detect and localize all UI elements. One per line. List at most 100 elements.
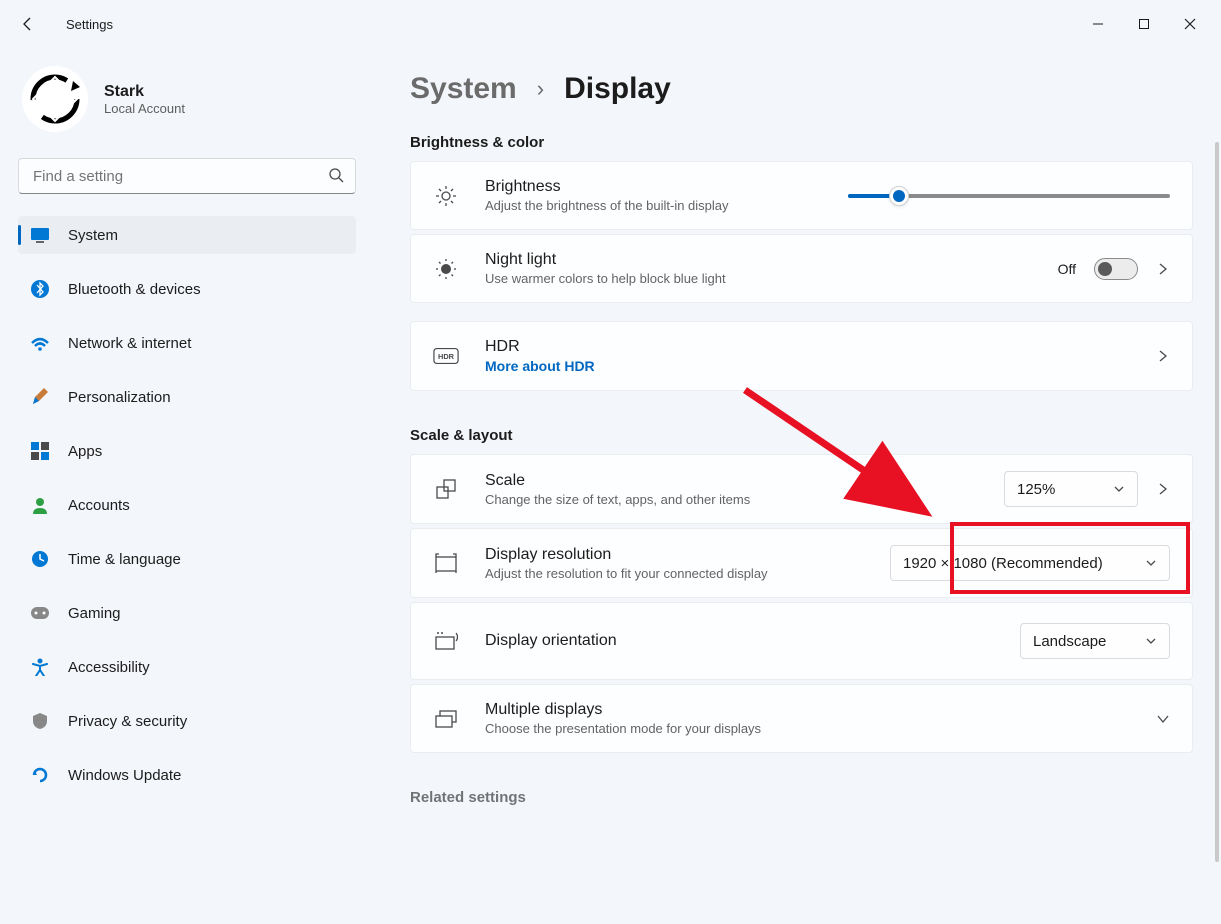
resolution-dropdown[interactable]: 1920 × 1080 (Recommended) (890, 545, 1170, 581)
bluetooth-icon (30, 279, 50, 299)
shield-icon (30, 711, 50, 731)
sidebar-item-accessibility[interactable]: Accessibility (18, 648, 356, 686)
avatar-image-icon (25, 69, 85, 129)
profile-sub: Local Account (104, 101, 185, 116)
section-brightness-heading: Brightness & color (410, 134, 1193, 151)
chevron-down-icon (1113, 483, 1125, 495)
card-title: Brightness (485, 178, 808, 196)
brightness-slider[interactable] (848, 194, 1171, 198)
breadcrumb-parent[interactable]: System (410, 72, 517, 106)
avatar (22, 66, 88, 132)
section-scale-heading: Scale & layout (410, 427, 1193, 444)
hdr-link[interactable]: More about HDR (485, 358, 1156, 374)
titlebar: Settings (0, 0, 1221, 48)
apps-icon (30, 441, 50, 461)
card-desc: Use warmer colors to help block blue lig… (485, 271, 1058, 286)
sidebar-item-label: Accounts (68, 497, 130, 514)
card-brightness: Brightness Adjust the brightness of the … (410, 161, 1193, 230)
sidebar-item-network[interactable]: Network & internet (18, 324, 356, 362)
chevron-right-icon[interactable] (1156, 482, 1170, 496)
sidebar-item-privacy[interactable]: Privacy & security (18, 702, 356, 740)
chevron-down-icon[interactable] (1156, 712, 1170, 726)
card-desc: Adjust the brightness of the built-in di… (485, 198, 808, 213)
dropdown-value: Landscape (1033, 633, 1106, 650)
accounts-icon (30, 495, 50, 515)
search-box[interactable] (18, 158, 356, 194)
section-related-heading: Related settings (410, 789, 1193, 806)
sidebar-item-update[interactable]: Windows Update (18, 756, 356, 794)
orientation-dropdown[interactable]: Landscape (1020, 623, 1170, 659)
chevron-right-icon[interactable] (1156, 262, 1170, 276)
card-title: Multiple displays (485, 701, 1156, 719)
maximize-icon (1138, 18, 1150, 30)
sidebar-item-label: System (68, 227, 118, 244)
sidebar-item-label: Privacy & security (68, 713, 187, 730)
sidebar-item-label: Network & internet (68, 335, 191, 352)
card-title: Night light (485, 251, 1058, 269)
update-icon (30, 765, 50, 785)
card-resolution[interactable]: Display resolution Adjust the resolution… (410, 528, 1193, 598)
sidebar-item-system[interactable]: System (18, 216, 356, 254)
search-input[interactable] (18, 158, 356, 194)
personalization-icon (30, 387, 50, 407)
card-title: HDR (485, 338, 1156, 356)
sidebar-item-time[interactable]: Time & language (18, 540, 356, 578)
dropdown-value: 125% (1017, 481, 1055, 498)
search-icon (328, 167, 344, 183)
gaming-icon (30, 603, 50, 623)
sidebar-item-gaming[interactable]: Gaming (18, 594, 356, 632)
sidebar-item-label: Apps (68, 443, 102, 460)
back-button[interactable] (8, 4, 48, 44)
chevron-down-icon (1145, 557, 1157, 569)
scrollbar[interactable] (1215, 142, 1219, 862)
sidebar-item-label: Bluetooth & devices (68, 281, 201, 298)
nightlight-icon (433, 256, 459, 282)
arrow-left-icon (20, 16, 36, 32)
network-icon (30, 333, 50, 353)
close-icon (1184, 18, 1196, 30)
scale-dropdown[interactable]: 125% (1004, 471, 1138, 507)
sidebar-item-bluetooth[interactable]: Bluetooth & devices (18, 270, 356, 308)
card-desc: Change the size of text, apps, and other… (485, 492, 1004, 507)
card-title: Display resolution (485, 546, 890, 564)
sidebar-item-label: Windows Update (68, 767, 181, 784)
card-desc: Choose the presentation mode for your di… (485, 721, 1156, 736)
card-hdr[interactable]: HDR HDR More about HDR (410, 321, 1193, 391)
card-nightlight[interactable]: Night light Use warmer colors to help bl… (410, 234, 1193, 303)
card-scale[interactable]: Scale Change the size of text, apps, and… (410, 454, 1193, 524)
profile-block[interactable]: Stark Local Account (18, 66, 356, 132)
breadcrumb: System › Display (410, 72, 1193, 106)
card-desc: Adjust the resolution to fit your connec… (485, 566, 890, 581)
chevron-down-icon (1145, 635, 1157, 647)
system-icon (30, 225, 50, 245)
chevron-right-icon: › (537, 76, 544, 102)
card-multiple-displays[interactable]: Multiple displays Choose the presentatio… (410, 684, 1193, 753)
sidebar-item-label: Accessibility (68, 659, 150, 676)
sidebar-item-label: Personalization (68, 389, 171, 406)
sidebar: Stark Local Account System Bluetooth & d… (0, 48, 370, 924)
accessibility-icon (30, 657, 50, 677)
toggle-state: Off (1058, 261, 1076, 277)
content-area: System › Display Brightness & color Brig… (370, 48, 1221, 924)
chevron-right-icon[interactable] (1156, 349, 1170, 363)
profile-name: Stark (104, 83, 185, 101)
orientation-icon (433, 628, 459, 654)
card-orientation[interactable]: Display orientation Landscape (410, 602, 1193, 680)
page-title: Display (564, 72, 671, 106)
multiple-displays-icon (433, 706, 459, 732)
card-title: Display orientation (485, 632, 1020, 650)
sidebar-item-apps[interactable]: Apps (18, 432, 356, 470)
nav-list: System Bluetooth & devices Network & int… (18, 216, 356, 806)
minimize-icon (1092, 18, 1104, 30)
svg-text:HDR: HDR (438, 352, 455, 361)
maximize-button[interactable] (1121, 8, 1167, 40)
sidebar-item-accounts[interactable]: Accounts (18, 486, 356, 524)
minimize-button[interactable] (1075, 8, 1121, 40)
close-button[interactable] (1167, 8, 1213, 40)
hdr-icon: HDR (433, 343, 459, 369)
sidebar-item-personalization[interactable]: Personalization (18, 378, 356, 416)
nightlight-toggle[interactable] (1094, 258, 1138, 280)
sidebar-item-label: Time & language (68, 551, 181, 568)
time-icon (30, 549, 50, 569)
scale-icon (433, 476, 459, 502)
